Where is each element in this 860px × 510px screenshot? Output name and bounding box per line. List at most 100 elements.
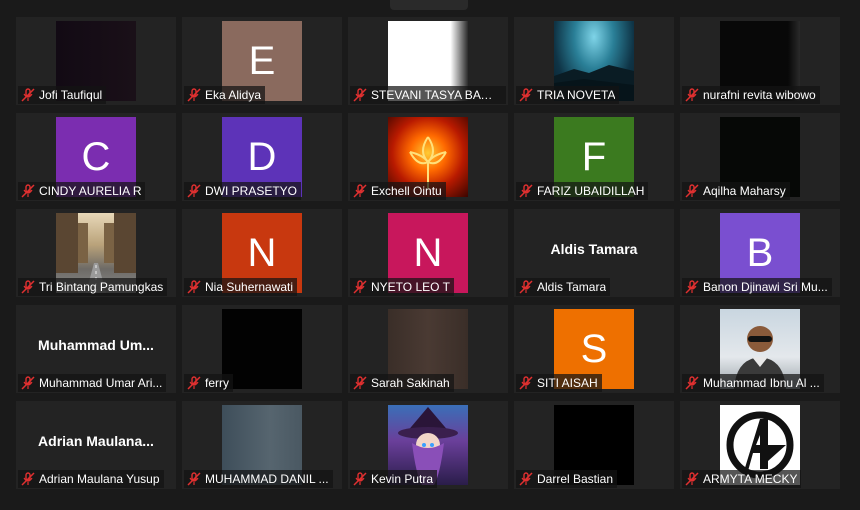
participant-tile[interactable]: Darrel Bastian: [514, 401, 674, 489]
participant-name: Muhammad Ibnu Al ...: [703, 376, 820, 390]
participant-name-bar: DWI PRASETYO: [184, 182, 302, 200]
participant-name: Eka Alidya: [205, 88, 262, 102]
participant-name: NYETO LEO T: [371, 280, 450, 294]
participant-name: ARMYTA MECKY: [703, 472, 798, 486]
participant-tile[interactable]: Aldis Tamara Aldis Tamara: [514, 209, 674, 297]
mic-muted-icon: [21, 88, 35, 102]
participant-name-bar: nurafni revita wibowo: [682, 86, 820, 104]
mic-muted-icon: [21, 280, 35, 294]
participant-name: Banon Djinawi Sri Mu...: [703, 280, 828, 294]
mic-muted-icon: [21, 184, 35, 198]
mic-muted-icon: [519, 88, 533, 102]
participant-name-bar: Nia Suhernawati: [184, 278, 298, 296]
participant-name: Darrel Bastian: [537, 472, 614, 486]
participant-name-bar: Kevin Putra: [350, 470, 438, 488]
participant-name: SITI AISAH: [537, 376, 598, 390]
participant-tile[interactable]: E Eka Alidya: [182, 17, 342, 105]
participant-video: [222, 309, 302, 389]
participant-name: Nia Suhernawati: [205, 280, 294, 294]
mic-muted-icon: [21, 472, 35, 486]
participant-name-bar: TRIA NOVETA: [516, 86, 620, 104]
mic-muted-icon: [353, 280, 367, 294]
mic-muted-icon: [21, 376, 35, 390]
mic-muted-icon: [353, 472, 367, 486]
participant-name: Muhammad Umar Ari...: [39, 376, 163, 390]
participant-name-bar: Darrel Bastian: [516, 470, 618, 488]
mic-muted-icon: [187, 280, 201, 294]
mic-muted-icon: [353, 184, 367, 198]
participant-tile[interactable]: STEVANI TASYA BAWA...: [348, 17, 508, 105]
participant-name: FARIZ UBAIDILLAH: [537, 184, 645, 198]
participant-tile[interactable]: D DWI PRASETYO: [182, 113, 342, 201]
participant-name: Exchell Ointu: [371, 184, 442, 198]
participant-name: Aldis Tamara: [537, 280, 607, 294]
mic-muted-icon: [353, 88, 367, 102]
participant-tile[interactable]: Muhammad Um... Muhammad Umar Ari...: [16, 305, 176, 393]
participant-tile[interactable]: B Banon Djinawi Sri Mu...: [680, 209, 840, 297]
participant-tile[interactable]: C CINDY AURELIA R: [16, 113, 176, 201]
mic-muted-icon: [685, 280, 699, 294]
participant-display-name: Adrian Maulana...: [38, 433, 154, 449]
participant-tile[interactable]: Kevin Putra: [348, 401, 508, 489]
mic-muted-icon: [685, 184, 699, 198]
participant-name: CINDY AURELIA R: [39, 184, 142, 198]
mic-muted-icon: [187, 184, 201, 198]
participant-tile[interactable]: MUHAMMAD DANIL ...: [182, 401, 342, 489]
participant-name-bar: ferry: [184, 374, 233, 392]
participant-name: Adrian Maulana Yusup: [39, 472, 160, 486]
participant-name: Aqilha Maharsy: [703, 184, 786, 198]
participant-tile[interactable]: Aqilha Maharsy: [680, 113, 840, 201]
participant-tile[interactable]: nurafni revita wibowo: [680, 17, 840, 105]
participant-name: ferry: [205, 376, 229, 390]
mic-muted-icon: [519, 376, 533, 390]
participant-tile[interactable]: Jofi Taufiqul: [16, 17, 176, 105]
participant-name-bar: STEVANI TASYA BAWA...: [350, 86, 506, 104]
participant-tile[interactable]: Tri Bintang Pamungkas: [16, 209, 176, 297]
participant-tile[interactable]: TRIA NOVETA: [514, 17, 674, 105]
participant-tile[interactable]: ferry: [182, 305, 342, 393]
participant-tile[interactable]: Exchell Ointu: [348, 113, 508, 201]
mic-muted-icon: [187, 472, 201, 486]
participant-name-bar: NYETO LEO T: [350, 278, 454, 296]
top-toolbar-handle[interactable]: [390, 0, 468, 10]
participant-tile[interactable]: F FARIZ UBAIDILLAH: [514, 113, 674, 201]
participant-tile[interactable]: Adrian Maulana... Adrian Maulana Yusup: [16, 401, 176, 489]
participant-name-bar: Exchell Ointu: [350, 182, 446, 200]
participant-name-bar: Muhammad Umar Ari...: [18, 374, 167, 392]
participant-name: DWI PRASETYO: [205, 184, 298, 198]
participant-tile[interactable]: N Nia Suhernawati: [182, 209, 342, 297]
participant-tile[interactable]: Muhammad Ibnu Al ...: [680, 305, 840, 393]
participant-name: nurafni revita wibowo: [703, 88, 816, 102]
participant-tile[interactable]: ARMYTA MECKY: [680, 401, 840, 489]
mic-muted-icon: [519, 280, 533, 294]
participant-name: Sarah Sakinah: [371, 376, 450, 390]
participant-name-bar: Eka Alidya: [184, 86, 266, 104]
participant-display-name: Aldis Tamara: [550, 241, 638, 257]
mic-muted-icon: [187, 376, 201, 390]
participant-name: STEVANI TASYA BAWA...: [371, 88, 502, 102]
participant-name-bar: ARMYTA MECKY: [682, 470, 802, 488]
participant-name-bar: Banon Djinawi Sri Mu...: [682, 278, 832, 296]
participant-name-bar: MUHAMMAD DANIL ...: [184, 470, 333, 488]
participant-tile[interactable]: Sarah Sakinah: [348, 305, 508, 393]
participant-tile[interactable]: S SITI AISAH: [514, 305, 674, 393]
participant-name-bar: SITI AISAH: [516, 374, 602, 392]
mic-muted-icon: [685, 376, 699, 390]
participant-name: Tri Bintang Pamungkas: [39, 280, 164, 294]
participant-name: MUHAMMAD DANIL ...: [205, 472, 329, 486]
mic-muted-icon: [685, 472, 699, 486]
participant-name-bar: Muhammad Ibnu Al ...: [682, 374, 824, 392]
participant-name-bar: Tri Bintang Pamungkas: [18, 278, 168, 296]
participant-display-name: Muhammad Um...: [38, 337, 154, 353]
mic-muted-icon: [519, 184, 533, 198]
mic-muted-icon: [187, 88, 201, 102]
participant-name-bar: Jofi Taufiqul: [18, 86, 107, 104]
participant-name: TRIA NOVETA: [537, 88, 616, 102]
participant-name-bar: Aqilha Maharsy: [682, 182, 790, 200]
participant-name: Jofi Taufiqul: [39, 88, 103, 102]
mic-muted-icon: [685, 88, 699, 102]
participant-gallery-grid: Jofi Taufiqul E Eka Alidya STEVANI TASYA…: [16, 17, 846, 492]
mic-muted-icon: [519, 472, 533, 486]
participant-name-bar: Sarah Sakinah: [350, 374, 454, 392]
participant-tile[interactable]: N NYETO LEO T: [348, 209, 508, 297]
